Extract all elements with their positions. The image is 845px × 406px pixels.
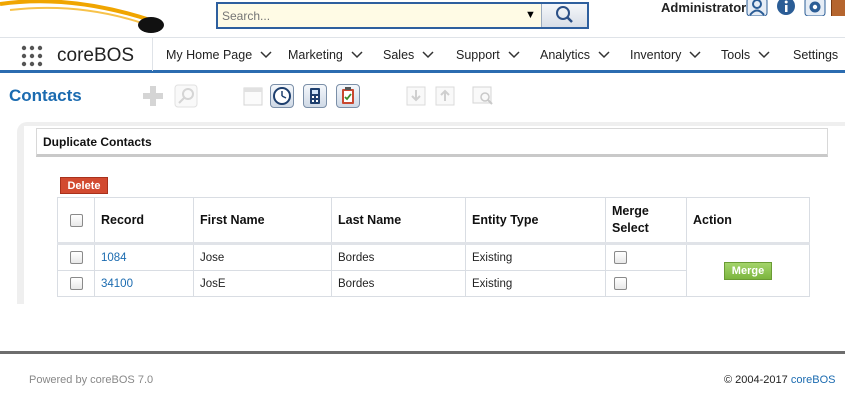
duplicates-table: Record First Name Last Name Entity Type …: [57, 197, 810, 297]
record-link[interactable]: 1084: [101, 252, 127, 264]
merge-select-checkbox[interactable]: [614, 251, 627, 264]
add-record-icon[interactable]: [141, 84, 165, 108]
top-bar: ▼ Administrator: [0, 0, 845, 37]
settings-gear-icon[interactable]: [804, 0, 826, 16]
nav-item-my-home-page[interactable]: My Home Page: [166, 48, 272, 62]
delete-button[interactable]: Delete: [60, 177, 108, 194]
logo-swoosh-icon: [0, 0, 164, 33]
nav-divider: [152, 38, 153, 71]
nav-item-tools[interactable]: Tools: [721, 48, 770, 62]
app-name[interactable]: coreBOS: [57, 45, 134, 67]
first-name-cell: JosE: [193, 270, 332, 297]
nav-item-label: Tools: [721, 48, 751, 62]
copyright-text: © 2004-2017: [724, 374, 791, 386]
app-launcher-icon[interactable]: [21, 45, 43, 67]
chevron-down-icon: [508, 48, 520, 62]
merge-select-cell: [605, 270, 687, 297]
user-name[interactable]: Administrator: [661, 0, 746, 15]
main-nav: coreBOS My Home Page Marketing Sales Sup…: [0, 37, 845, 73]
search-input[interactable]: [218, 4, 523, 27]
nav-item-label: Analytics: [540, 48, 591, 62]
export-icon[interactable]: [433, 84, 457, 108]
panel-title: Duplicate Contacts: [43, 135, 152, 149]
corebos-link[interactable]: coreBOS: [791, 374, 836, 386]
find-duplicates-icon[interactable]: [471, 84, 495, 108]
table-header-row: Record First Name Last Name Entity Type …: [57, 197, 810, 245]
nav-item-label: Settings: [793, 48, 839, 62]
entity-type-cell: Existing: [465, 270, 606, 297]
nav-item-support[interactable]: Support: [456, 48, 520, 62]
nav-item-label: Sales: [383, 48, 415, 62]
nav-item-label: Inventory: [630, 48, 682, 62]
panel-header: Duplicate Contacts: [36, 128, 828, 157]
nav-item-sales[interactable]: Sales: [383, 48, 434, 62]
calculator-button[interactable]: [303, 84, 327, 108]
last-name-cell: Bordes: [331, 270, 466, 297]
header-record[interactable]: Record: [94, 197, 194, 245]
record-link[interactable]: 34100: [101, 278, 133, 290]
copyright: © 2004-2017 coreBOS: [724, 374, 835, 386]
module-title[interactable]: Contacts: [9, 86, 82, 106]
nav-item-inventory[interactable]: Inventory: [630, 48, 701, 62]
clock-icon: [273, 87, 291, 105]
user-profile-icon[interactable]: [746, 0, 768, 16]
record-cell: 1084: [94, 243, 194, 271]
nav-item-marketing[interactable]: Marketing: [288, 48, 363, 62]
header-action: Action: [686, 197, 810, 245]
search-button[interactable]: [541, 4, 587, 27]
nav-item-settings[interactable]: Settings: [793, 48, 845, 62]
select-all-checkbox[interactable]: [69, 214, 83, 228]
select-all-cell: [57, 197, 95, 245]
last-name-cell: Bordes: [331, 243, 466, 271]
action-cell: Merge: [686, 243, 810, 297]
row-select-cell: [57, 270, 95, 297]
row-select-cell: [57, 243, 95, 271]
header-last-name[interactable]: Last Name: [331, 197, 466, 245]
info-icon[interactable]: [775, 0, 797, 16]
row-checkbox[interactable]: [69, 251, 83, 264]
header-entity-type[interactable]: Entity Type: [465, 197, 606, 245]
chevron-down-icon: [422, 48, 434, 62]
import-icon[interactable]: [404, 84, 428, 108]
entity-type-cell: Existing: [465, 243, 606, 271]
calculator-icon: [310, 88, 320, 104]
nav-item-label: My Home Page: [166, 48, 253, 62]
nav-item-analytics[interactable]: Analytics: [540, 48, 610, 62]
search-records-icon[interactable]: [174, 84, 198, 108]
record-cell: 34100: [94, 270, 194, 297]
clipboard-icon: [342, 87, 354, 104]
global-search: ▼: [216, 2, 589, 29]
chevron-down-icon: [598, 48, 610, 62]
first-name-cell: Jose: [193, 243, 332, 271]
clock-button[interactable]: [270, 84, 294, 108]
footer-divider: [0, 351, 845, 354]
nav-item-label: Marketing: [288, 48, 343, 62]
calendar-icon[interactable]: [241, 84, 265, 108]
header-first-name[interactable]: First Name: [193, 197, 332, 245]
merge-button[interactable]: Merge: [724, 261, 772, 280]
powered-by-text: Powered by coreBOS 7.0: [29, 374, 154, 386]
nav-item-label: Support: [456, 48, 500, 62]
chevron-down-icon: [758, 48, 770, 62]
merge-select-checkbox[interactable]: [614, 277, 627, 290]
header-merge-select-line2: Select: [612, 221, 649, 235]
header-merge-select-line1: Merge: [612, 204, 649, 218]
chevron-down-icon: [689, 48, 701, 62]
search-dropdown-icon[interactable]: ▼: [525, 9, 536, 21]
side-panel-tab[interactable]: [831, 0, 845, 16]
table-row: 1084 Jose Bordes Existing Merge: [57, 243, 810, 297]
clipboard-button[interactable]: [336, 84, 360, 108]
chevron-down-icon: [351, 48, 363, 62]
search-icon: [556, 6, 573, 23]
row-checkbox[interactable]: [69, 277, 83, 290]
header-merge-select: Merge Select: [605, 197, 687, 245]
merge-select-cell: [605, 243, 687, 271]
chevron-down-icon: [260, 48, 272, 62]
